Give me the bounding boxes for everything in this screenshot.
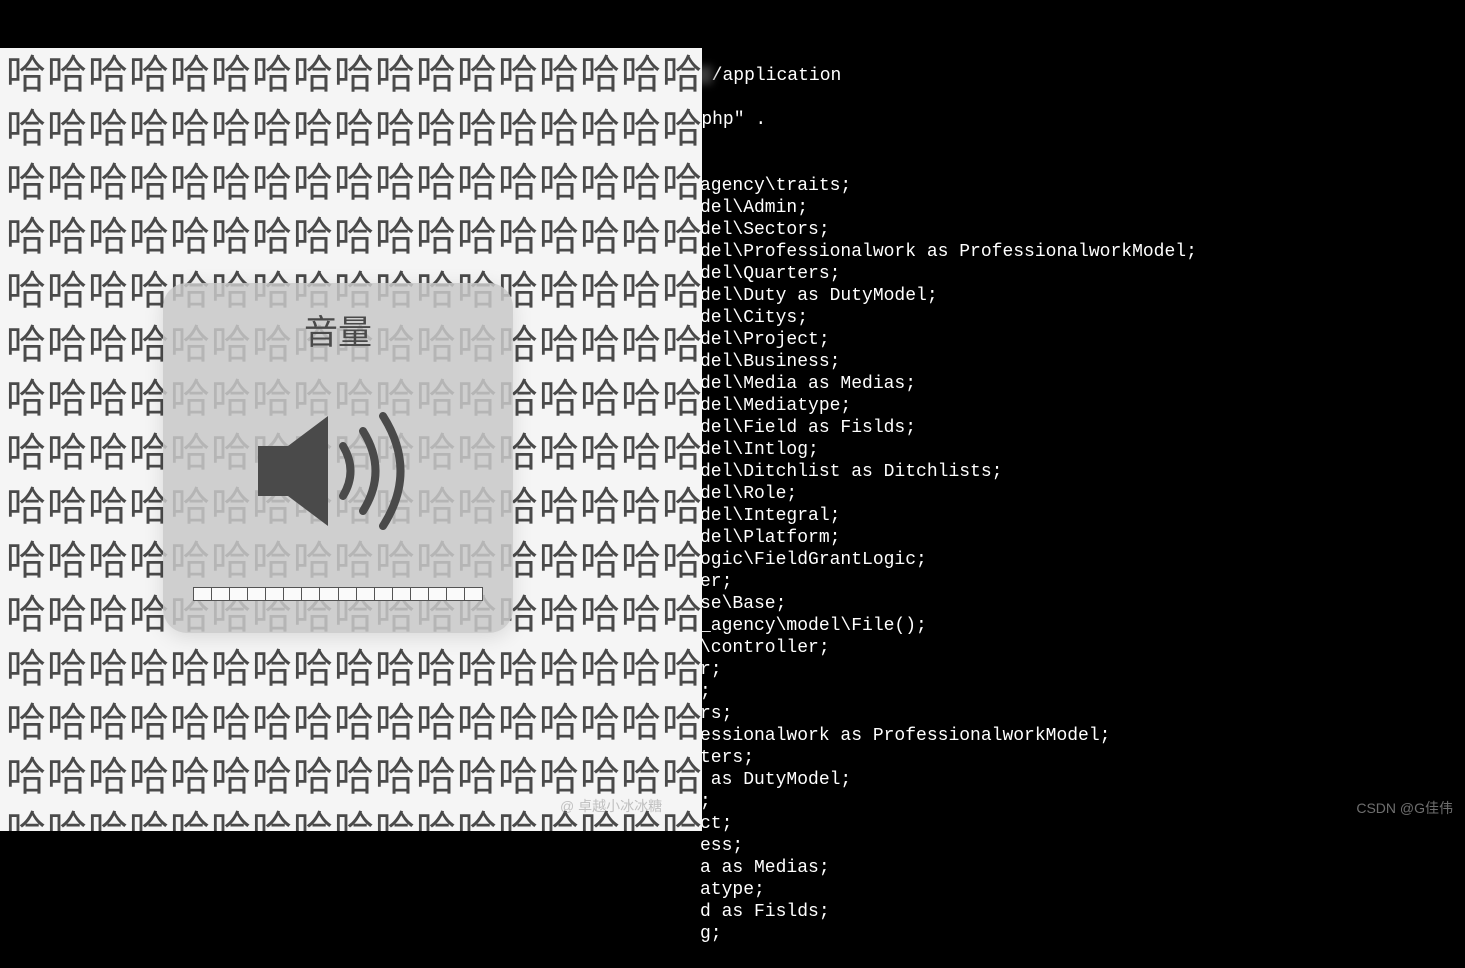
volume-segment	[357, 588, 375, 600]
volume-segment	[284, 588, 302, 600]
volume-level-bar	[193, 587, 483, 601]
volume-segment	[230, 588, 248, 600]
weibo-watermark: @ 卓越小冰冰糖	[560, 798, 662, 815]
terminal-output-line: g;	[0, 924, 1465, 946]
terminal-output-line: ess;	[0, 836, 1465, 858]
haha-row: 哈哈哈哈哈哈哈哈哈哈哈哈哈哈哈哈哈哈	[0, 642, 702, 696]
volume-segment	[320, 588, 338, 600]
haha-row: 哈哈哈哈哈哈哈哈哈哈哈哈哈哈哈哈哈哈	[0, 696, 702, 750]
haha-row: 哈哈哈哈哈哈哈哈哈哈哈哈哈哈哈哈哈哈	[0, 210, 702, 264]
haha-row: 哈哈哈哈哈哈哈哈哈哈哈哈哈哈哈哈哈哈	[0, 156, 702, 210]
prompt-text: /application	[712, 66, 842, 86]
volume-segment	[266, 588, 284, 600]
volume-segment	[339, 588, 357, 600]
terminal-output-line: atype;	[0, 880, 1465, 902]
volume-segment	[429, 588, 447, 600]
volume-osd: 音量	[163, 283, 513, 633]
volume-segment	[248, 588, 266, 600]
csdn-watermark: CSDN @G佳伟	[1356, 800, 1453, 817]
speaker-icon	[163, 354, 513, 587]
terminal-output-line: a as Medias;	[0, 858, 1465, 880]
volume-segment	[447, 588, 465, 600]
haha-row: 哈哈哈哈哈哈哈哈哈哈哈哈哈哈哈哈哈哈	[0, 102, 702, 156]
volume-segment	[465, 588, 482, 600]
volume-segment	[393, 588, 411, 600]
haha-row: 哈哈哈哈哈哈哈哈哈哈哈哈哈哈哈哈哈哈	[0, 750, 702, 804]
volume-title: 音量	[304, 313, 372, 354]
volume-segment	[375, 588, 393, 600]
terminal-output-line: d as Fislds;	[0, 902, 1465, 924]
volume-segment	[411, 588, 429, 600]
haha-row: 哈哈哈哈哈哈哈哈哈哈哈哈哈哈哈哈哈哈	[0, 48, 702, 102]
volume-segment	[212, 588, 230, 600]
volume-segment	[194, 588, 212, 600]
volume-segment	[302, 588, 320, 600]
